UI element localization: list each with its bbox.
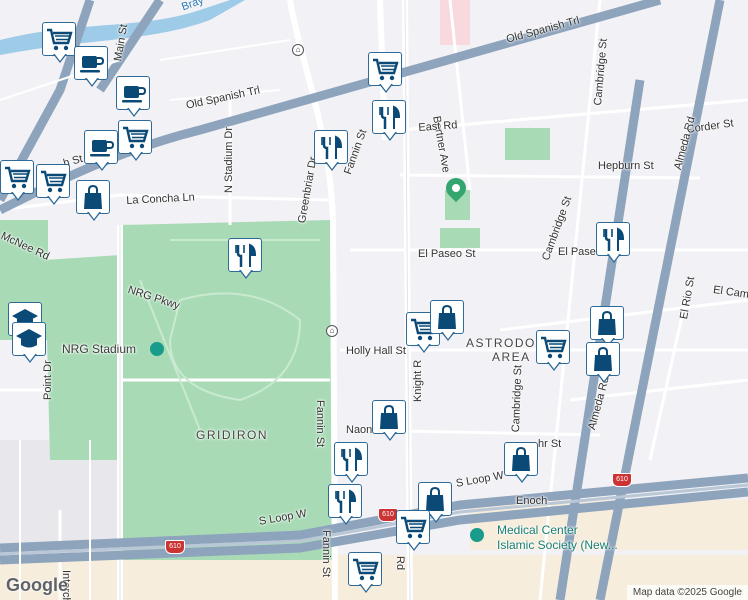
restaurant-marker[interactable] (372, 100, 408, 144)
coffee-marker[interactable] (116, 76, 152, 120)
shopping-bag-icon (511, 447, 531, 472)
mosque-poi-icon[interactable] (470, 528, 484, 542)
grocery-marker[interactable] (42, 22, 78, 66)
coffee-marker[interactable] (84, 130, 120, 174)
label-n-stadium-dr: N Stadium Dr (223, 126, 235, 193)
shopping-bag-icon (379, 405, 399, 430)
label-astrodome-area: AREA (492, 350, 531, 364)
restaurant-icon (334, 489, 357, 515)
map-attribution[interactable]: Map data ©2025 Google (626, 585, 748, 600)
label-medical-center-islamic-society: Islamic Society (New... (497, 538, 618, 552)
label-nrg-stadium: NRG Stadium (62, 342, 137, 356)
label-gridiron: GRIDIRON (196, 428, 268, 442)
grocery-marker[interactable] (118, 120, 154, 164)
grocery-icon (39, 170, 67, 194)
shopping-bag-marker[interactable] (504, 442, 540, 486)
shopping-bag-marker[interactable] (372, 400, 408, 444)
restaurant-icon (340, 447, 363, 473)
label-enoch-st: Enoch (516, 495, 548, 507)
coffee-icon (79, 55, 104, 74)
label-hepburn-st: Hepburn St (598, 160, 654, 172)
shopping-bag-icon (437, 305, 457, 330)
restaurant-marker[interactable] (334, 442, 370, 486)
map-canvas[interactable]: { "labels": { "old_spanish_trl_top": "Ol… (0, 0, 748, 600)
shopping-bag-icon (597, 311, 617, 336)
shopping-bag-icon (83, 185, 103, 210)
bus-stop-icon[interactable]: ⌂ (292, 44, 304, 56)
coffee-marker[interactable] (74, 46, 110, 90)
grocery-icon (539, 336, 567, 360)
school-icon (16, 329, 42, 348)
grocery-marker[interactable] (368, 52, 404, 96)
label-naomi-st: Naon (346, 424, 373, 436)
grocery-icon (45, 28, 73, 52)
coffee-icon (121, 85, 146, 104)
label-el-paseo-st: El Paseo St (418, 248, 476, 260)
interstate-610-shield: 610 (378, 508, 398, 522)
restaurant-icon (378, 105, 401, 131)
label-medical-center-islamic-society: Medical Center (497, 523, 578, 537)
bus-stop-icon[interactable]: ⌂ (326, 325, 338, 337)
grocery-marker[interactable] (36, 164, 72, 208)
grocery-icon (399, 516, 427, 540)
label-astrodome-area: ASTRODO (466, 336, 536, 350)
google-logo: Google (6, 575, 68, 595)
coffee-icon (89, 139, 114, 158)
grocery-marker[interactable] (0, 160, 36, 204)
shopping-bag-icon (425, 487, 445, 512)
restaurant-marker[interactable] (328, 484, 364, 528)
restaurant-marker[interactable] (314, 130, 350, 174)
grocery-marker[interactable] (536, 330, 572, 374)
school-marker[interactable] (12, 322, 48, 366)
restaurant-icon (234, 243, 257, 269)
restaurant-icon (320, 135, 343, 161)
label-fannin-st: Fannin St (314, 400, 326, 448)
restaurant-marker[interactable] (596, 222, 632, 266)
label-mohr-st: hr St (538, 438, 562, 450)
restaurant-marker[interactable] (228, 238, 264, 282)
interstate-610-shield: 610 (612, 473, 632, 487)
label-knight-rd: Knight R (412, 359, 424, 402)
stadium-poi-icon[interactable] (150, 342, 164, 356)
interstate-610-shield: 610 (165, 540, 185, 554)
restaurant-icon (602, 227, 625, 253)
grocery-marker[interactable] (348, 552, 384, 596)
label-el-paseo-st: El Pase (558, 246, 596, 258)
label-holly-hall-st: Holly Hall St (346, 345, 406, 357)
grocery-icon (371, 58, 399, 82)
shopping-bag-marker[interactable] (586, 342, 622, 386)
label-road: Rd (394, 556, 406, 571)
grocery-marker[interactable] (396, 510, 432, 554)
grocery-icon (121, 126, 149, 150)
grocery-icon (351, 558, 379, 582)
shopping-bag-icon (593, 347, 613, 372)
shopping-bag-marker[interactable] (430, 300, 466, 344)
label-cambridge-st: Cambridge St (510, 364, 525, 433)
shopping-bag-marker[interactable] (76, 180, 112, 224)
label-fannin-st: Fannin St (320, 530, 332, 578)
grocery-icon (3, 166, 31, 190)
label-point-dr: Point Dr (42, 360, 54, 400)
